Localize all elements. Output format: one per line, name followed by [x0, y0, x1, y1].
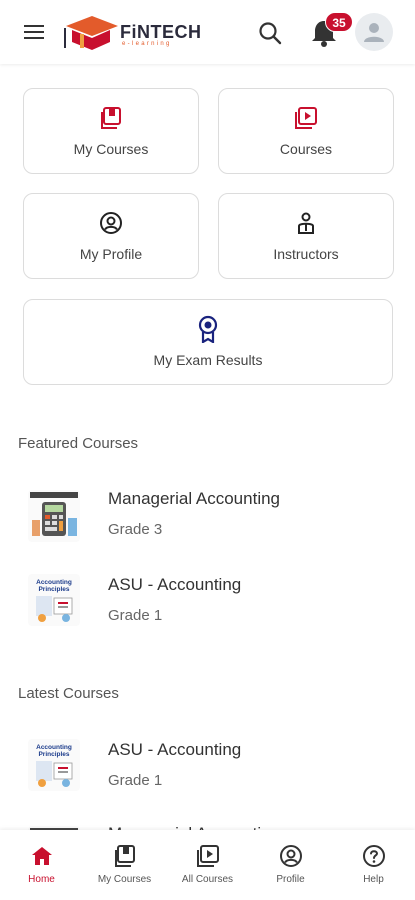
- search-icon[interactable]: [257, 20, 283, 46]
- nav-label: My Courses: [97, 874, 152, 885]
- tile-my-exam-results[interactable]: My Exam Results: [23, 299, 393, 385]
- nav-label: Profile: [276, 874, 305, 885]
- nav-help[interactable]: Help: [332, 830, 415, 900]
- tile-label: My Profile: [79, 246, 143, 262]
- profile-icon: [98, 210, 124, 236]
- course-title: Managerial Accounting: [108, 489, 281, 508]
- book-icon: [98, 105, 124, 131]
- tile-my-courses[interactable]: My Courses: [23, 88, 199, 174]
- svg-text:Accounting: Accounting: [36, 744, 72, 751]
- notification-badge: 35: [325, 12, 353, 32]
- tile-label: My Courses: [73, 141, 149, 157]
- book-icon: [114, 845, 135, 867]
- app-header: FiNTECH e-learning 35: [0, 0, 415, 64]
- tile-label: Instructors: [273, 246, 339, 262]
- course-title: ASU - Accounting: [108, 740, 242, 759]
- nav-all-courses[interactable]: All Courses: [166, 830, 249, 900]
- video-library-icon: [196, 845, 219, 867]
- nav-home[interactable]: Home: [0, 830, 83, 900]
- section-title-latest: Latest Courses: [18, 685, 119, 702]
- course-item[interactable]: Accounting Principles ASU - Accounting G…: [0, 562, 415, 642]
- section-title-featured: Featured Courses: [18, 435, 139, 452]
- course-title: ASU - Accounting: [108, 575, 242, 594]
- course-thumbnail-accounting-principles: Accounting Principles: [28, 574, 80, 626]
- course-thumbnail-calculator: [28, 490, 80, 542]
- award-icon: [195, 315, 221, 343]
- tile-label: Courses: [279, 141, 333, 157]
- instructor-icon: [293, 210, 319, 236]
- tile-label: My Exam Results: [153, 352, 263, 368]
- logo-subtext: e-learning: [122, 41, 172, 47]
- nav-label: Help: [363, 874, 384, 885]
- course-grade: Grade 1: [108, 607, 163, 624]
- svg-text:Principles: Principles: [38, 751, 69, 758]
- tile-courses[interactable]: Courses: [218, 88, 394, 174]
- nav-profile[interactable]: Profile: [249, 830, 332, 900]
- fintech-logo[interactable]: FiNTECH e-learning: [62, 12, 201, 54]
- avatar[interactable]: [355, 13, 393, 51]
- nav-label: Home: [28, 874, 55, 885]
- help-icon: [362, 845, 385, 867]
- course-thumbnail-accounting-principles: Accounting Principles: [28, 739, 80, 791]
- course-grade: Grade 1: [108, 772, 163, 789]
- svg-text:Principles: Principles: [38, 586, 69, 593]
- course-grade: Grade 3: [108, 521, 163, 538]
- nav-my-courses[interactable]: My Courses: [83, 830, 166, 900]
- home-icon: [31, 847, 52, 865]
- tile-my-profile[interactable]: My Profile: [23, 193, 199, 279]
- nav-label: All Courses: [181, 874, 234, 885]
- tile-instructors[interactable]: Instructors: [218, 193, 394, 279]
- profile-icon: [279, 845, 302, 867]
- svg-text:Accounting: Accounting: [36, 579, 72, 586]
- video-library-icon: [293, 105, 319, 131]
- bottom-navigation: Home My Courses All Courses Profile Help: [0, 830, 415, 900]
- logo-text: FiNTECH: [120, 22, 202, 42]
- menu-icon[interactable]: [22, 20, 48, 44]
- course-item[interactable]: Accounting Principles ASU - Accounting G…: [0, 727, 415, 807]
- course-item[interactable]: Managerial Accounting Grade 3: [0, 476, 415, 556]
